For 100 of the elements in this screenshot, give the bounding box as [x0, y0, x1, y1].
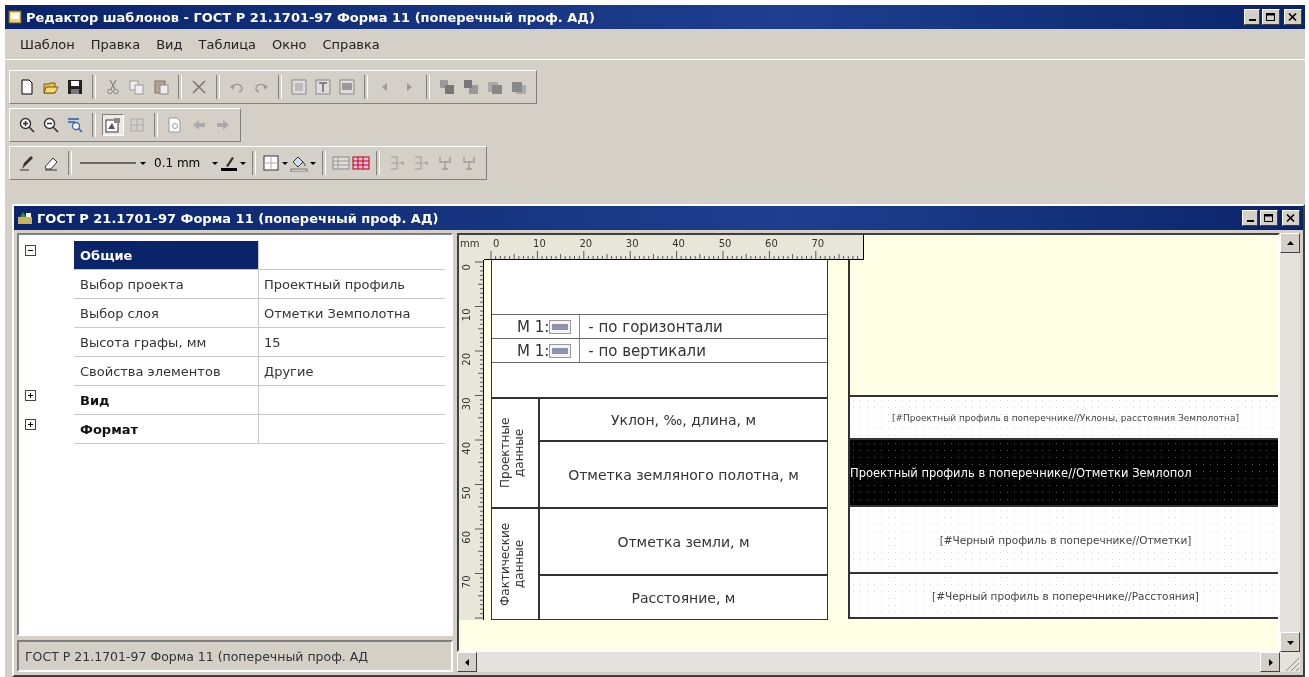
cut-icon: [105, 79, 121, 95]
property-name: Выбор слоя: [74, 299, 259, 328]
zoom-area-icon: [67, 117, 83, 133]
split-cell-icon: [437, 155, 454, 171]
ruler-number: 20: [579, 238, 593, 249]
scale-field[interactable]: [549, 343, 572, 358]
ruler-number: 30: [461, 397, 472, 411]
property-name: Выбор проекта: [74, 270, 259, 299]
scroll-left-icon: [462, 657, 472, 667]
append-column-icon: [413, 155, 430, 171]
ruler-number: 40: [461, 442, 472, 455]
ruler-number: 10: [461, 308, 472, 322]
group-label: Проектные данные: [498, 416, 527, 491]
ruler-number: 50: [718, 238, 732, 249]
app-icon: [8, 10, 22, 24]
data-field[interactable]: [#Черный профиль в поперечнике//Отметки]: [850, 507, 1278, 574]
line-width-field[interactable]: 0.1 mm: [148, 156, 211, 170]
text-frame-icon: [315, 79, 331, 95]
category-label[interactable]: Формат: [74, 415, 259, 444]
properties-button[interactable]: [102, 114, 124, 136]
row-label: Отметка земляного полотна, м: [540, 440, 827, 507]
close-icon: [1286, 213, 1296, 223]
minimize-button[interactable]: [1242, 210, 1258, 226]
close-icon: [1288, 12, 1298, 22]
scale-field[interactable]: [549, 319, 572, 334]
expand-icon[interactable]: [25, 419, 36, 430]
minimize-icon: [1246, 220, 1254, 222]
horizontal-scrollbar[interactable]: [457, 652, 1300, 672]
image-frame-icon: [291, 79, 307, 95]
row-label: Уклон, ‰, длина, м: [609, 410, 758, 430]
property-value[interactable]: 15: [259, 328, 445, 357]
scroll-up-button[interactable]: [1280, 233, 1300, 253]
close-button[interactable]: [1284, 9, 1302, 25]
property-value[interactable]: Проектный профиль: [259, 270, 445, 299]
ruler-number: 40: [672, 238, 685, 249]
properties-icon: [105, 117, 121, 133]
scroll-right-button[interactable]: [1260, 652, 1280, 672]
copy-icon: [129, 79, 145, 95]
property-value[interactable]: Другие: [259, 357, 445, 386]
open-folder-icon: [43, 79, 59, 95]
ruler-number: 20: [461, 353, 472, 366]
minimize-button[interactable]: [1244, 9, 1260, 25]
property-name: Свойства элементов: [74, 357, 259, 386]
ruler-unit: mm: [460, 238, 480, 249]
ruler-number: 10: [533, 238, 546, 249]
menu-item[interactable]: Вид: [149, 33, 190, 55]
ruler-number: 70: [461, 575, 472, 589]
property-value[interactable]: Отметки Земполотна: [259, 299, 445, 328]
grid-icon: [129, 117, 145, 133]
status-field: ГОСТ Р 21.1701-97 Форма 11 (поперечный проф. АД: [17, 640, 453, 672]
vertical-scrollbar[interactable]: [1280, 233, 1300, 652]
menu-item[interactable]: Окно: [265, 33, 314, 55]
menu-item[interactable]: Правка: [83, 33, 148, 55]
data-field[interactable]: [#Черный профиль в поперечнике//Расстояния]: [850, 574, 1278, 619]
maximize-button[interactable]: [1260, 210, 1278, 226]
ruler-number: 50: [461, 486, 472, 500]
merge-cell-icon: [461, 155, 478, 171]
fill-bucket-icon[interactable]: [290, 154, 309, 172]
new-file-icon: [19, 79, 35, 95]
insert-column-icon: [389, 155, 406, 171]
text-frame-button[interactable]: [312, 76, 334, 98]
minimize-icon: [1248, 19, 1256, 21]
data-field[interactable]: Проектный профиль в поперечнике//Отметки Землопол: [850, 440, 1278, 507]
delete-icon: [191, 79, 207, 95]
paste-icon: [153, 79, 169, 95]
collapse-icon[interactable]: [25, 245, 36, 256]
border-icon[interactable]: [262, 154, 281, 172]
scroll-up-icon: [1285, 238, 1295, 248]
save-icon: [67, 79, 83, 95]
maximize-icon: [1266, 12, 1276, 22]
picture-frame-button[interactable]: [336, 76, 358, 98]
ruler-number: 30: [625, 238, 639, 249]
ruler-number: 0: [461, 264, 472, 271]
category-label[interactable]: Общие: [74, 241, 259, 270]
scale-label: - по вертикали: [579, 339, 706, 362]
menu-item[interactable]: Таблица: [191, 33, 263, 55]
pencil-icon: [19, 155, 35, 171]
expand-icon[interactable]: [25, 390, 36, 401]
property-name: Высота графы, мм: [74, 328, 259, 357]
ruler-number: 0: [493, 238, 500, 249]
table-grid-icon[interactable]: [352, 155, 371, 171]
send-back-icon: [463, 79, 479, 95]
maximize-button[interactable]: [1262, 9, 1280, 25]
preview-icon: [167, 117, 183, 133]
window-title: Редактор шаблонов - ГОСТ Р 21.1701-97 Форма 11 (поперечный проф. АД): [26, 9, 595, 25]
category-label[interactable]: Вид: [74, 386, 259, 415]
row-label: Расстояние, м: [540, 574, 827, 619]
document-title: ГОСТ Р 21.1701-97 Форма 11 (поперечный проф. АД): [37, 210, 439, 226]
menu-item[interactable]: Шаблон: [13, 33, 82, 55]
menu-item[interactable]: Справка: [315, 33, 387, 55]
scroll-down-button[interactable]: [1280, 632, 1300, 652]
zoom-out-icon: [43, 117, 59, 133]
scale-prefix: М 1:: [516, 341, 550, 360]
data-field[interactable]: [#Проектный профиль в поперечнике//Уклоны, расстояния Земполотна]: [850, 397, 1278, 440]
ruler-number: 60: [765, 238, 778, 249]
scroll-left-button[interactable]: [457, 652, 477, 672]
bring-front-icon: [439, 79, 455, 95]
close-button[interactable]: [1282, 210, 1300, 226]
ruler-number: 70: [811, 238, 825, 249]
pen-color-icon[interactable]: [220, 154, 239, 172]
